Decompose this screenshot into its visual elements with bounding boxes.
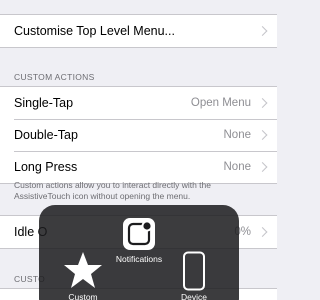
chevron-right-icon xyxy=(257,98,268,108)
double-tap-row[interactable]: Double-Tap None xyxy=(0,119,277,151)
custom-actions-header: CUSTOM ACTIONS xyxy=(14,72,95,82)
single-tap-label: Single-Tap xyxy=(14,96,74,110)
long-press-label: Long Press xyxy=(14,160,78,174)
customise-top-level-menu-row[interactable]: Customise Top Level Menu... xyxy=(0,15,277,47)
single-tap-value: Open Menu xyxy=(190,97,251,109)
long-press-row[interactable]: Long Press None xyxy=(0,151,277,183)
chevron-right-icon xyxy=(257,162,268,172)
custom-actions-footer: Custom actions allow you to interact dir… xyxy=(14,180,212,201)
chevron-right-icon xyxy=(257,26,268,36)
single-tap-row[interactable]: Single-Tap Open Menu xyxy=(0,87,277,119)
notifications-icon[interactable] xyxy=(122,217,156,251)
device-label: Device xyxy=(181,292,207,300)
assistivetouch-menu[interactable]: Notifications Custom Device xyxy=(39,205,239,300)
chevron-right-icon xyxy=(257,130,268,140)
double-tap-label: Double-Tap xyxy=(14,128,78,142)
star-icon[interactable] xyxy=(63,250,103,290)
custom-actions-group: Single-Tap Open Menu Double-Tap None Lon… xyxy=(0,86,277,184)
customise-top-level-menu-label: Customise Top Level Menu... xyxy=(14,24,175,38)
top-settings-group: Customise Top Level Menu... xyxy=(0,14,277,48)
chevron-right-icon xyxy=(257,227,268,237)
notifications-label: Notifications xyxy=(115,254,163,264)
device-icon[interactable] xyxy=(182,251,206,291)
custom-label: Custom xyxy=(68,292,98,300)
double-tap-value: None xyxy=(223,129,252,141)
long-press-value: None xyxy=(223,161,252,173)
